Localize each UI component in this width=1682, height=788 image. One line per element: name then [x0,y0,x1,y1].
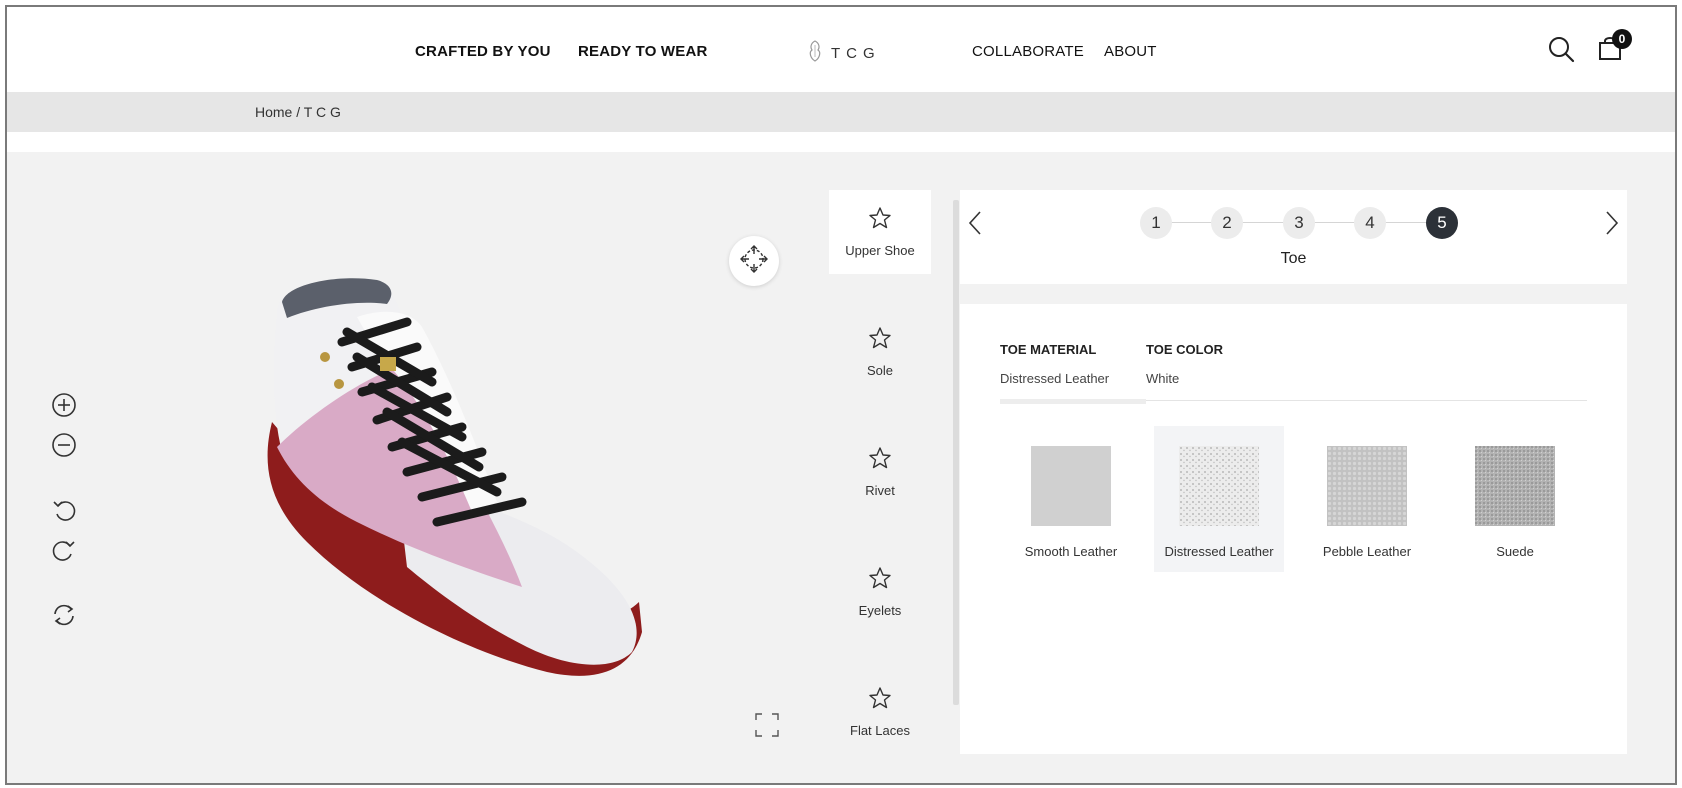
step-2[interactable]: 2 [1211,207,1243,239]
tab-value: White [1146,371,1180,386]
move-icon [739,244,769,279]
part-label: Sole [866,363,894,378]
nav-collaborate[interactable]: COLLABORATE [972,43,1084,60]
part-label: Flat Laces [850,723,910,738]
search-button[interactable] [1547,35,1575,68]
nav-about[interactable]: ABOUT [1104,43,1157,60]
distressed-leather-texture [1179,446,1259,526]
suede-texture [1475,446,1555,526]
rotate-left-button[interactable] [49,497,79,527]
step-4[interactable]: 4 [1354,207,1386,239]
step-3[interactable]: 3 [1283,207,1315,239]
move-view-button[interactable] [729,236,779,286]
star-icon [868,206,892,235]
swatch-label: Pebble Leather [1322,544,1412,559]
rotate-left-icon [50,496,78,529]
breadcrumb-bar: Home / T C G [7,92,1675,132]
step-5[interactable]: 5 [1426,207,1458,239]
cart-button[interactable]: 0 [1598,29,1632,66]
pebble-leather-texture [1327,446,1407,526]
tab-toe-material[interactable]: TOE MATERIAL Distressed Leather [1000,342,1109,386]
zoom-in-icon [50,391,78,424]
part-flat-laces[interactable]: Flat Laces [829,670,931,754]
smooth-leather-texture [1031,446,1111,526]
zoom-out-icon [50,431,78,464]
part-label: Rivet [865,483,895,498]
rotate-right-icon [50,536,78,569]
active-tab-indicator [1000,399,1146,404]
tcg-logo-icon [805,39,825,68]
swatch-suede[interactable]: Suede [1450,426,1580,572]
tab-title: TOE MATERIAL [1000,342,1097,357]
swatch-label: Suede [1496,544,1534,559]
shoe-3d-viewer[interactable] [7,152,797,783]
tab-value: Distressed Leather [1000,371,1110,386]
part-sole[interactable]: Sole [829,310,931,394]
app-frame: CRAFTED BY YOU READY TO WEAR TCG COLLABO… [5,5,1677,785]
tab-title: TOE COLOR [1146,342,1224,357]
swatch-label: Smooth Leather [1024,544,1118,559]
tab-toe-color[interactable]: TOE COLOR White [1146,342,1223,386]
shoe-model[interactable] [247,272,667,697]
breadcrumb: Home / T C G [255,104,341,120]
swatch-distressed-leather[interactable]: Distressed Leather [1154,426,1284,572]
part-label: Eyelets [858,603,902,618]
zoom-out-button[interactable] [49,432,79,462]
parts-scrollbar[interactable] [953,200,959,705]
step-1[interactable]: 1 [1140,207,1172,239]
search-icon [1547,37,1575,67]
prev-step-button[interactable] [968,210,982,241]
swatch-smooth-leather[interactable]: Smooth Leather [1006,426,1136,572]
chevron-right-icon [1605,211,1619,240]
swatch-label: Distressed Leather [1164,544,1274,559]
logo-text: TCG [831,45,881,62]
nav-ready-to-wear[interactable]: READY TO WEAR [578,43,708,60]
fullscreen-button[interactable] [754,712,780,743]
next-step-button[interactable] [1605,210,1619,241]
rotate-right-button[interactable] [49,537,79,567]
cart-count-badge: 0 [1612,29,1632,49]
steps-panel: 1 2 3 4 5 Toe [960,190,1627,284]
nav-crafted-by-you[interactable]: CRAFTED BY YOU [415,43,551,60]
swatch-pebble-leather[interactable]: Pebble Leather [1302,426,1432,572]
options-panel: TOE MATERIAL Distressed Leather TOE COLO… [960,304,1627,754]
part-eyelets[interactable]: Eyelets [829,550,931,634]
chevron-left-icon [968,211,982,240]
step-title: Toe [1280,250,1307,267]
reset-view-icon [50,601,78,634]
breadcrumb-separator: / [296,104,301,120]
zoom-in-button[interactable] [49,392,79,422]
star-icon [868,566,892,595]
site-logo[interactable]: TCG [805,39,881,68]
star-icon [868,446,892,475]
part-upper-shoe[interactable]: Upper Shoe [829,190,931,274]
reset-view-button[interactable] [49,602,79,632]
part-label: Upper Shoe [845,243,915,258]
breadcrumb-home[interactable]: Home [255,104,292,120]
fullscreen-icon [754,713,780,742]
star-icon [868,326,892,355]
part-rivet[interactable]: Rivet [829,430,931,514]
site-header: CRAFTED BY YOU READY TO WEAR TCG COLLABO… [7,7,1675,90]
star-icon [868,686,892,715]
customizer-area: Upper Shoe Sole Rivet Eyelets Flat Laces [7,152,1675,783]
shopping-bag-icon [1598,37,1622,65]
breadcrumb-current: T C G [303,104,341,120]
